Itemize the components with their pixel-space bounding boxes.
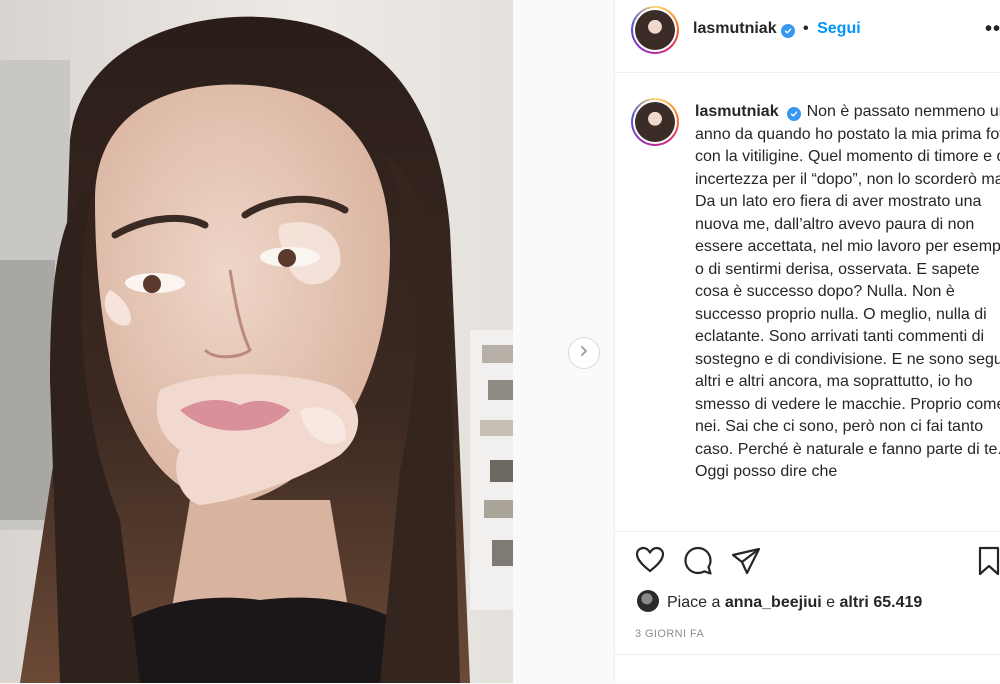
header-user-line: lasmutniak • Segui: [693, 20, 861, 38]
verified-badge-icon: [780, 24, 795, 38]
bookmark-icon[interactable]: [977, 546, 1000, 581]
follow-button[interactable]: Segui: [817, 20, 861, 37]
next-photo-button[interactable]: [568, 337, 600, 369]
post-actions: Piace a anna_beejiui e altri 65.419 3 GI…: [615, 531, 1000, 683]
avatar[interactable]: [631, 6, 679, 54]
post-timestamp[interactable]: 3 GIORNI FA: [635, 628, 704, 640]
comment-bubble-icon[interactable]: [683, 546, 713, 581]
caption-username-link[interactable]: lasmutniak: [695, 103, 779, 120]
more-options-button[interactable]: •••: [985, 18, 1000, 41]
post-photo[interactable]: [0, 0, 513, 683]
verified-badge-icon: [786, 107, 801, 121]
add-comment-bar[interactable]: [615, 654, 1000, 684]
caption-text: Non è passato nemmeno un anno da quando …: [695, 103, 1000, 480]
caption-area[interactable]: lasmutniak Non è passato nemmeno un anno …: [615, 73, 1000, 531]
likes-joiner: e: [821, 594, 840, 611]
separator-dot: •: [803, 20, 809, 37]
caption-avatar[interactable]: [631, 98, 679, 146]
chevron-right-icon: [578, 344, 590, 362]
gallery-gap: [513, 0, 614, 683]
post-side-panel: lasmutniak • Segui ••• lasmutniakNon è p…: [614, 0, 1000, 683]
heart-icon[interactable]: [635, 546, 665, 579]
username-link[interactable]: lasmutniak: [693, 20, 777, 37]
likes-summary[interactable]: Piace a anna_beejiui e altri 65.419: [637, 590, 922, 612]
liked-by-link[interactable]: anna_beejiui: [725, 594, 822, 611]
paper-plane-icon[interactable]: [731, 546, 761, 581]
portrait-image: [0, 0, 513, 683]
likes-count-link[interactable]: altri 65.419: [840, 594, 923, 611]
post-header: lasmutniak • Segui •••: [615, 0, 1000, 73]
post-caption: lasmutniak Non è passato nemmeno un anno …: [695, 101, 1000, 484]
liker-avatar: [637, 590, 659, 612]
likes-prefix: Piace a: [667, 594, 725, 611]
